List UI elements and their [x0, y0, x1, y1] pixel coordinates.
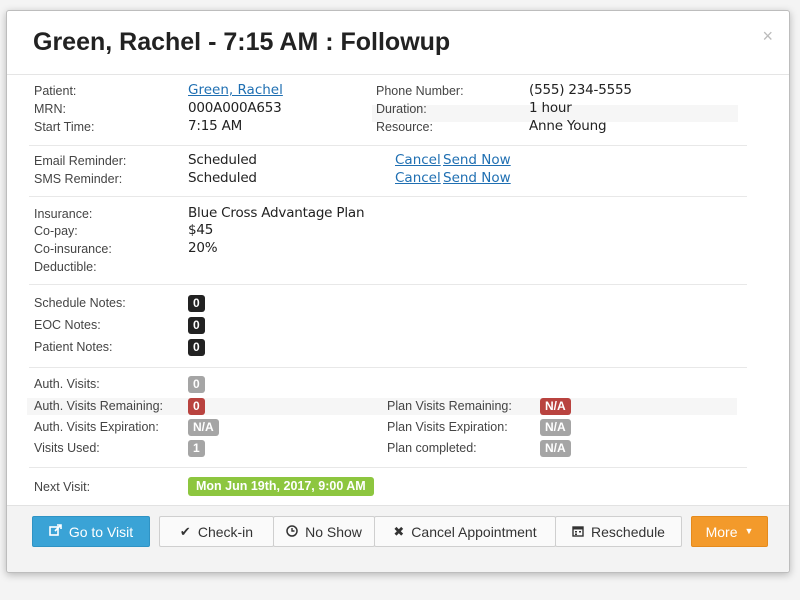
modal-footer: Go to Visit ✔ Check-in No Show ✖ Cancel … — [7, 505, 789, 572]
auth-visits-label: Auth. Visits: — [34, 377, 100, 391]
email-reminder-label: Email Reminder: — [34, 154, 127, 168]
eoc-notes-count[interactable]: 0 — [188, 317, 205, 334]
section-divider — [29, 284, 747, 285]
caret-down-icon: ▼ — [744, 526, 754, 536]
resource-value: Anne Young — [529, 118, 607, 134]
cancel-appointment-button[interactable]: ✖ Cancel Appointment — [374, 516, 556, 547]
duration-value: 1 hour — [529, 100, 572, 116]
next-visit-badge[interactable]: Mon Jun 19th, 2017, 9:00 AM — [188, 477, 374, 496]
sms-send-now-link[interactable]: Send Now — [443, 170, 511, 186]
check-in-button[interactable]: ✔ Check-in — [159, 516, 274, 547]
email-send-now-link[interactable]: Send Now — [443, 152, 511, 168]
go-to-visit-button[interactable]: Go to Visit — [32, 516, 150, 547]
more-button[interactable]: More ▼ — [691, 516, 768, 547]
section-divider — [29, 196, 747, 197]
duration-label: Duration: — [376, 102, 427, 116]
mrn-value: 000A000A653 — [188, 100, 282, 116]
section-divider — [29, 467, 747, 468]
insurance-label: Insurance: — [34, 207, 93, 221]
check-in-label: Check-in — [197, 523, 254, 540]
plan-expiration-label: Plan Visits Expiration: — [387, 420, 508, 434]
section-divider — [29, 145, 747, 146]
plan-remaining-badge: N/A — [540, 398, 571, 415]
phone-label: Phone Number: — [376, 84, 464, 98]
sms-reminder-label: SMS Reminder: — [34, 172, 123, 186]
calendar-icon — [572, 525, 584, 539]
external-link-icon — [49, 524, 62, 539]
plan-completed-label: Plan completed: — [387, 441, 477, 455]
clock-icon — [286, 524, 298, 539]
coinsurance-label: Co-insurance: — [34, 242, 112, 256]
patient-label: Patient: — [34, 84, 77, 98]
checkmark-icon: ✔ — [179, 524, 191, 539]
auth-remaining-label: Auth. Visits Remaining: — [34, 399, 163, 413]
auth-remaining-badge: 0 — [188, 398, 205, 415]
resource-label: Resource: — [376, 120, 433, 134]
coinsurance-value: 20% — [188, 240, 218, 256]
no-show-button[interactable]: No Show — [273, 516, 375, 547]
reschedule-label: Reschedule — [591, 523, 665, 540]
insurance-value: Blue Cross Advantage Plan — [188, 205, 365, 221]
patient-notes-label: Patient Notes: — [34, 340, 113, 354]
patient-name-link[interactable]: Green, Rachel — [188, 82, 283, 98]
section-divider — [29, 367, 747, 368]
phone-value: (555) 234-5555 — [529, 82, 632, 98]
plan-expiration-badge: N/A — [540, 419, 571, 436]
mrn-label: MRN: — [34, 102, 66, 116]
copay-label: Co-pay: — [34, 224, 78, 238]
patient-notes-count[interactable]: 0 — [188, 339, 205, 356]
sms-cancel-link[interactable]: Cancel — [395, 170, 441, 186]
more-label: More — [705, 523, 738, 540]
modal-title: Green, Rachel - 7:15 AM : Followup — [33, 28, 451, 56]
appointment-modal: Green, Rachel - 7:15 AM : Followup × Pat… — [6, 10, 790, 573]
deductible-label: Deductible: — [34, 260, 97, 274]
eoc-notes-label: EOC Notes: — [34, 318, 101, 332]
copay-value: $45 — [188, 222, 214, 238]
next-visit-label: Next Visit: — [34, 480, 91, 494]
auth-expiration-label: Auth. Visits Expiration: — [34, 420, 159, 434]
schedule-notes-label: Schedule Notes: — [34, 296, 126, 310]
schedule-notes-count[interactable]: 0 — [188, 295, 205, 312]
sms-reminder-status: Scheduled — [188, 170, 257, 186]
start-time-value: 7:15 AM — [188, 118, 243, 134]
go-to-visit-label: Go to Visit — [68, 523, 134, 540]
visits-used-label: Visits Used: — [34, 441, 100, 455]
close-x-icon: ✖ — [393, 524, 405, 539]
header-divider — [7, 74, 789, 75]
auth-visits-badge: 0 — [188, 376, 205, 393]
plan-remaining-label: Plan Visits Remaining: — [387, 399, 512, 413]
close-icon[interactable]: × — [762, 27, 773, 45]
no-show-label: No Show — [305, 523, 362, 540]
cancel-appointment-label: Cancel Appointment — [411, 523, 537, 540]
start-time-label: Start Time: — [34, 120, 95, 134]
plan-completed-badge: N/A — [540, 440, 571, 457]
email-reminder-status: Scheduled — [188, 152, 257, 168]
email-cancel-link[interactable]: Cancel — [395, 152, 441, 168]
visits-used-badge: 1 — [188, 440, 205, 457]
reschedule-button[interactable]: Reschedule — [555, 516, 682, 547]
auth-expiration-badge: N/A — [188, 419, 219, 436]
